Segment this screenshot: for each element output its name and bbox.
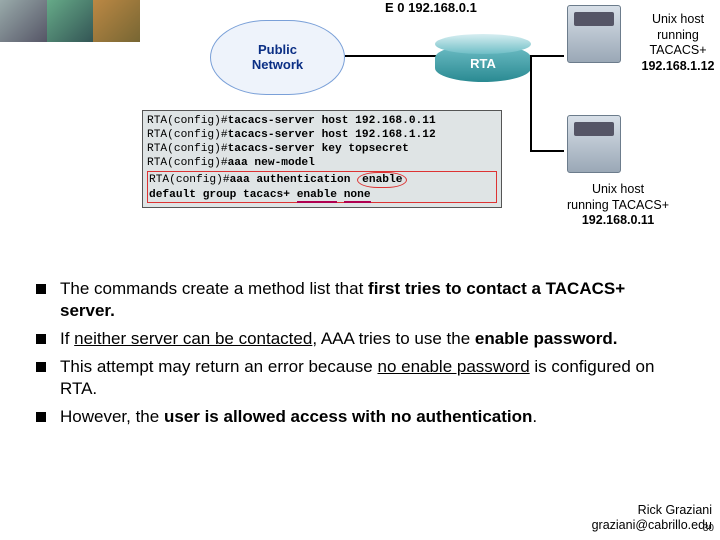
bullet-item-3: However, the user is allowed access with… — [34, 406, 684, 428]
link-router-vert — [530, 55, 532, 150]
router-interface-label: E 0 192.168.0.1 — [385, 0, 477, 15]
cli-row-1: RTA(config)#tacacs-server host 192.168.1… — [147, 128, 497, 142]
server-1-label-line1: Unix host — [652, 12, 704, 26]
page-number: 30 — [703, 523, 714, 534]
bullet-item-1: If neither server can be contacted, AAA … — [34, 328, 684, 350]
server-1-label-line2: running — [657, 28, 699, 42]
cli-circled-enable: enable — [357, 172, 407, 188]
link-cloud-router — [345, 55, 437, 57]
bullet-item-2: This attempt may return an error because… — [34, 356, 684, 400]
server-1 — [560, 5, 628, 63]
server-2-label: Unix host running TACACS+ 192.168.0.11 — [558, 182, 678, 229]
cli-row-hl-2: default group tacacs+ enable none — [149, 188, 495, 202]
server-2 — [560, 115, 628, 173]
server-1-ip: 192.168.1.12 — [642, 59, 715, 73]
bullet-list: The commands create a method list that f… — [34, 278, 684, 435]
router-label: RTA — [435, 56, 531, 71]
cli-row-3: RTA(config)#aaa new-model — [147, 156, 497, 170]
cli-terminal: RTA(config)#tacacs-server host 192.168.0… — [142, 110, 502, 208]
link-router-server1 — [530, 55, 564, 57]
server-2-label-line2: running TACACS+ — [567, 198, 669, 212]
footer-author: Rick Graziani — [638, 503, 712, 517]
bullet-item-0: The commands create a method list that f… — [34, 278, 684, 322]
server-1-label-line3: TACACS+ — [649, 43, 706, 57]
cloud-label: Public Network — [252, 43, 303, 73]
decorative-header-image — [0, 0, 140, 42]
cli-highlight-box: RTA(config)#aaa authentication enable de… — [147, 171, 497, 203]
footer-email: graziani@cabrillo.edu — [592, 518, 712, 532]
server-1-label: Unix host running TACACS+ 192.168.1.12 — [630, 12, 720, 75]
link-router-server2 — [530, 150, 564, 152]
server-2-ip: 192.168.0.11 — [582, 213, 654, 227]
cli-row-2: RTA(config)#tacacs-server key topsecret — [147, 142, 497, 156]
cli-row-hl-1: RTA(config)#aaa authentication enable — [149, 172, 495, 188]
slide-footer: Rick Graziani graziani@cabrillo.edu — [592, 503, 712, 534]
server-2-label-line1: Unix host — [592, 182, 644, 196]
network-diagram: E 0 192.168.0.1 Public Network RTA Unix … — [140, 0, 700, 250]
public-network-cloud: Public Network — [210, 20, 345, 95]
cli-row-0: RTA(config)#tacacs-server host 192.168.0… — [147, 114, 497, 128]
router-rta: RTA — [435, 34, 531, 86]
